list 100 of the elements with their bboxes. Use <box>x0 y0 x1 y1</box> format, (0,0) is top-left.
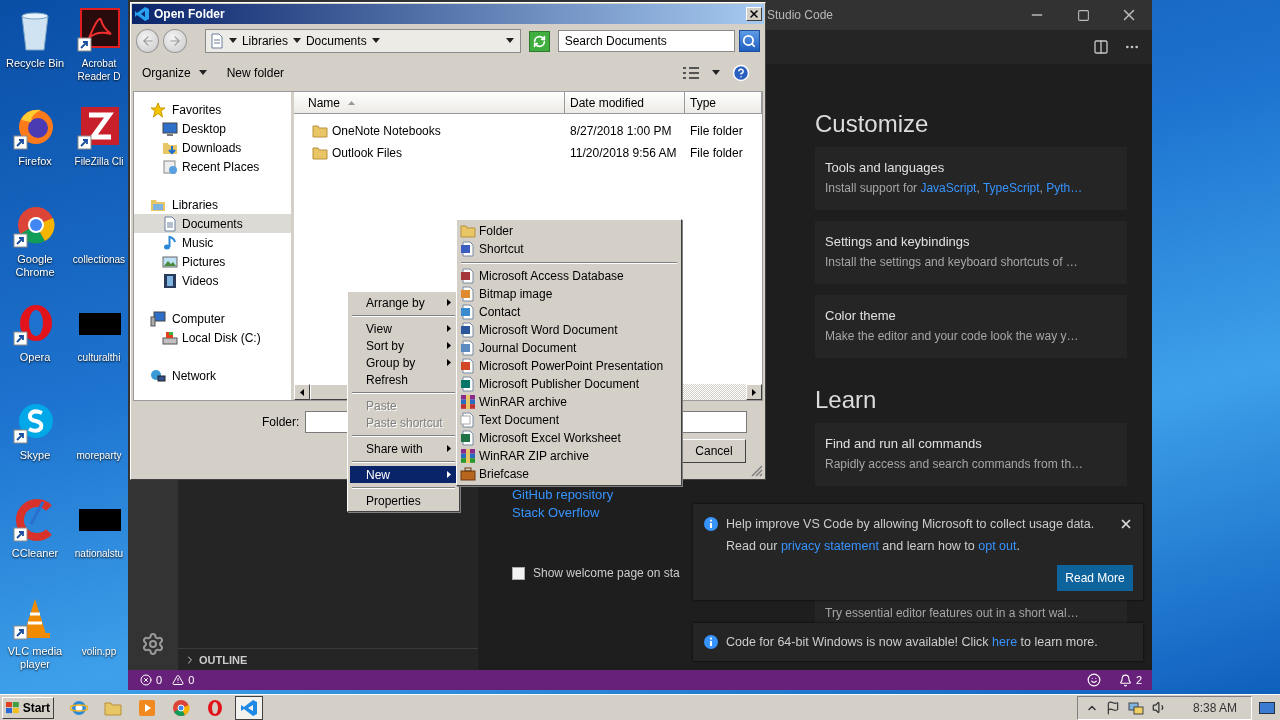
menu-item[interactable]: Refresh <box>350 371 457 388</box>
menu-item[interactable]: Microsoft Publisher Document <box>459 375 679 393</box>
nav-item[interactable]: Videos <box>134 271 291 290</box>
network-icon[interactable] <box>1127 699 1144 716</box>
search-field[interactable]: Search Documents <box>557 30 735 52</box>
chrome-icon[interactable] <box>13 204 57 248</box>
nav-item[interactable]: Favorites <box>134 100 291 119</box>
desktop-icon-label[interactable]: moreparty <box>76 449 122 462</box>
welcome-card[interactable]: Color theme Make the editor and your code look the way y… <box>815 295 1127 358</box>
nav-item[interactable]: Documents <box>134 214 291 233</box>
desktop-icon-label[interactable]: collectionas <box>72 253 126 266</box>
desktop-icon-label[interactable]: culturalthi <box>77 351 121 364</box>
menu-item[interactable]: Folder <box>459 222 679 240</box>
menu-item[interactable]: Sort by <box>350 337 457 354</box>
desktop-icon-label[interactable]: Google Chrome <box>2 253 68 279</box>
menu-item[interactable]: WinRAR ZIP archive <box>459 447 679 465</box>
desktop-icon-label[interactable]: Firefox <box>18 155 52 168</box>
desktop-icon-label[interactable]: CCleaner <box>11 547 59 560</box>
close-button[interactable] <box>746 7 762 21</box>
filezilla-icon[interactable] <box>77 106 121 150</box>
nav-item[interactable]: Libraries <box>134 195 291 214</box>
resize-grip-icon[interactable] <box>751 465 763 477</box>
maximize-icon[interactable] <box>1076 8 1090 22</box>
refresh-button[interactable] <box>529 30 550 52</box>
menu-item[interactable]: View <box>350 320 457 337</box>
file-name[interactable]: Outlook Files <box>332 146 403 160</box>
view-list-icon[interactable] <box>682 66 700 80</box>
cancel-button[interactable]: Cancel <box>682 439 746 463</box>
column-header[interactable]: Date modified <box>565 92 685 114</box>
warning-icon[interactable] <box>172 674 185 686</box>
menu-item[interactable]: Briefcase <box>459 465 679 483</box>
split-editor-icon[interactable] <box>1093 39 1109 55</box>
search-button[interactable] <box>738 30 760 52</box>
read-more-button[interactable]: Read More <box>1057 565 1133 591</box>
menu-item[interactable]: Microsoft Word Document <box>459 321 679 339</box>
breadcrumb-item[interactable]: Libraries <box>241 34 288 48</box>
link[interactable]: TypeScript <box>982 181 1040 195</box>
nav-item[interactable]: Music <box>134 233 291 252</box>
menu-item[interactable]: Properties <box>350 492 457 509</box>
menu-item[interactable]: Contact <box>459 303 679 321</box>
error-count[interactable]: 0 <box>156 674 163 686</box>
welcome-card[interactable]: Find and run all commands Rapidly access and search commands from th… <box>815 423 1127 486</box>
nav-item[interactable]: Computer <box>134 309 291 328</box>
address-bar[interactable]: Libraries Documents <box>204 29 522 53</box>
link[interactable]: privacy statement <box>780 539 879 553</box>
flag-icon[interactable] <box>1105 700 1120 715</box>
menu-item[interactable]: Arrange by <box>350 294 457 311</box>
bell-icon[interactable] <box>1118 673 1132 687</box>
help-icon[interactable] <box>732 64 750 82</box>
menu-item[interactable]: WinRAR archive <box>459 393 679 411</box>
notification-count[interactable]: 2 <box>1135 674 1142 686</box>
nav-item[interactable]: Desktop <box>134 119 291 138</box>
error-icon[interactable] <box>140 674 152 686</box>
menu-item[interactable]: Bitmap image <box>459 285 679 303</box>
desktop-icon-label[interactable]: Skype <box>19 449 51 462</box>
desktop-icon-label[interactable]: Recycle Bin <box>5 57 65 70</box>
menu-item[interactable]: Text Document <box>459 411 679 429</box>
pdf-reader-icon[interactable] <box>77 8 121 52</box>
toolbar-button[interactable]: Organize <box>142 66 207 80</box>
help-link[interactable]: GitHub repository <box>512 486 614 504</box>
desktop-icon-label[interactable]: FileZilla Cli <box>74 155 124 168</box>
nav-item[interactable]: Network <box>134 366 291 385</box>
nav-item[interactable]: Downloads <box>134 138 291 157</box>
scroll-left-button[interactable] <box>294 384 310 400</box>
welcome-card[interactable]: Tools and languages Install support for JavaScript, TypeScript, Pyth… <box>815 147 1127 210</box>
menu-item[interactable]: Shortcut <box>459 240 679 258</box>
menu-item[interactable]: Group by <box>350 354 457 371</box>
close-icon[interactable] <box>1119 517 1133 531</box>
dropdown-caret-icon[interactable] <box>506 38 515 44</box>
toolbar-button[interactable]: New folder <box>226 66 285 80</box>
menu-item[interactable]: Journal Document <box>459 339 679 357</box>
internet-explorer-icon <box>70 698 88 717</box>
column-header[interactable]: Type <box>685 92 762 114</box>
clock[interactable]: 8:38 AM <box>1192 700 1237 715</box>
desktop-icon-label[interactable]: Opera <box>19 351 51 364</box>
menu-item[interactable]: Microsoft PowerPoint Presentation <box>459 357 679 375</box>
nav-item[interactable]: Pictures <box>134 252 291 271</box>
menu-item[interactable]: Microsoft Access Database <box>459 267 679 285</box>
start-button[interactable]: Start <box>2 696 54 719</box>
file-name[interactable]: OneNote Notebooks <box>332 124 441 138</box>
menu-item[interactable]: Microsoft Excel Worksheet <box>459 429 679 447</box>
link[interactable]: here <box>992 635 1018 649</box>
help-link[interactable]: Stack Overflow <box>512 504 600 522</box>
checkbox[interactable] <box>512 566 525 580</box>
link[interactable]: Pyth… <box>1046 181 1083 195</box>
settings-icon[interactable] <box>141 632 165 656</box>
taskbar-app-button[interactable] <box>235 695 263 720</box>
desktop-icon-label[interactable]: Acrobat Reader D <box>70 57 128 83</box>
menu-item[interactable]: New <box>350 466 457 483</box>
card-description: Install support for JavaScript, TypeScript, Pyth… <box>825 180 1083 196</box>
scroll-right-button[interactable] <box>746 384 762 400</box>
breadcrumb-item[interactable]: Documents <box>305 34 367 48</box>
menu-item[interactable]: Share with <box>350 440 457 457</box>
nav-item[interactable]: Recent Places <box>134 157 291 176</box>
feedback-smiley-icon[interactable] <box>1086 673 1101 687</box>
view-caret-icon[interactable] <box>712 70 720 76</box>
nav-item[interactable]: Local Disk (C:) <box>134 328 291 347</box>
warning-count[interactable]: 0 <box>188 674 195 686</box>
welcome-card[interactable]: Settings and keybindings Install the settings and keyboard shortcuts of … <box>815 221 1127 284</box>
column-header[interactable]: Name <box>294 92 565 114</box>
